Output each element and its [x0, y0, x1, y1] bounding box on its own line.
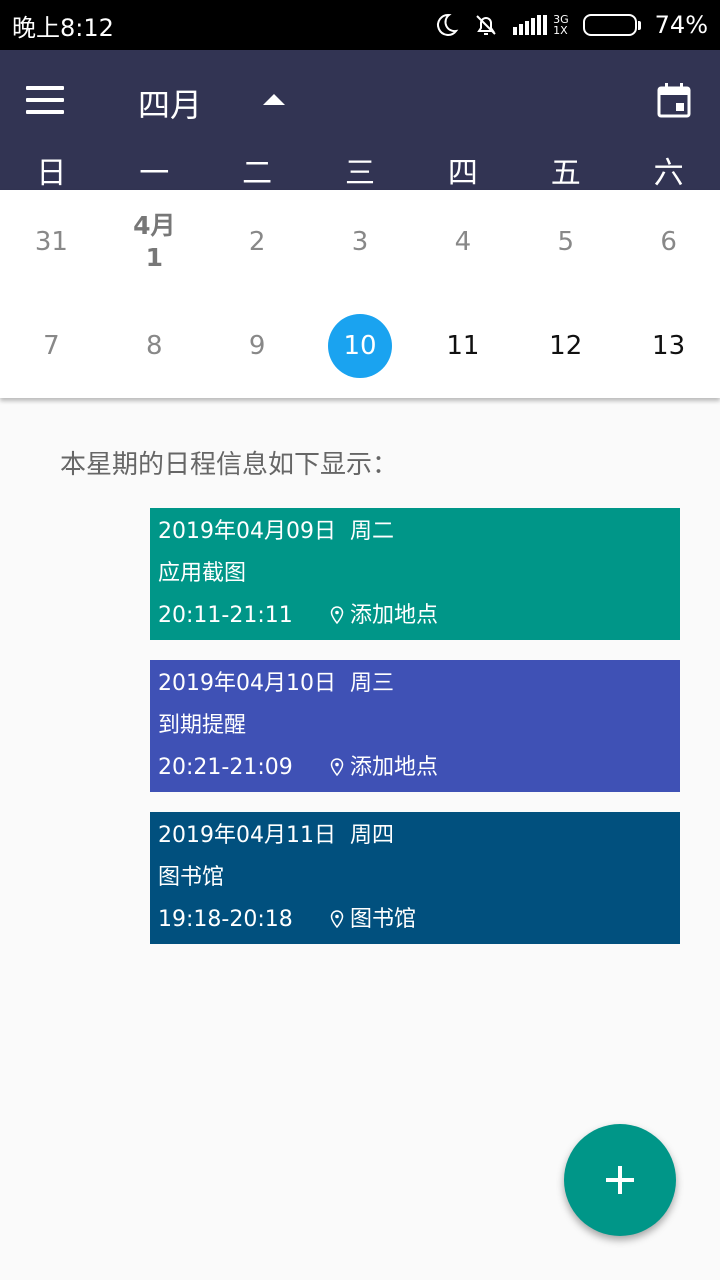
event-weekday: 周三 [349, 671, 394, 696]
calendar-day[interactable]: 6 [617, 227, 720, 257]
event-time: 20:21-21:09 [158, 755, 293, 780]
weekday-label: 一 [139, 156, 170, 190]
calendar-day[interactable]: 9 [206, 331, 309, 361]
status-bar: 晚上8:12 3G 1X 74% [0, 0, 720, 50]
event-title: 图书馆 [158, 865, 225, 890]
calendar-day[interactable]: 8 [103, 331, 206, 361]
day-number: 6 [660, 227, 677, 257]
month-title[interactable]: 四月 [138, 80, 202, 126]
day-number: 5 [557, 227, 574, 257]
day-number: 1 [145, 243, 163, 272]
calendar-day[interactable]: 4 [411, 227, 514, 257]
day-number: 31 [34, 227, 68, 257]
day-number: 9 [248, 331, 266, 361]
day-number: 2 [248, 227, 266, 257]
calendar-day[interactable]: 11 [411, 331, 514, 361]
signal-icon: 3G 1X [513, 13, 569, 37]
battery-percent: 74% [654, 11, 708, 39]
event-card[interactable]: 2019年04月10日 周三 到期提醒 20:21-21:09 添加地点 [150, 660, 680, 792]
calendar-day-selected[interactable]: 10 [309, 314, 412, 378]
weekday-header: 日 一 二 三 四 五 六 [0, 154, 720, 190]
event-location[interactable]: 添加地点 [330, 754, 438, 782]
event-weekday: 周四 [349, 823, 394, 848]
event-time: 20:11-21:11 [158, 603, 293, 628]
weekday-label: 五 [550, 156, 581, 190]
event-location-label: 添加地点 [350, 755, 439, 780]
event-date: 2019年04月09日 [158, 519, 336, 544]
add-event-button[interactable] [564, 1124, 676, 1236]
day-number: 12 [549, 331, 583, 361]
menu-button[interactable] [26, 86, 64, 114]
status-icons: 3G 1X 74% [433, 11, 708, 39]
event-location-label: 添加地点 [350, 603, 439, 628]
weekday-label: 二 [242, 156, 273, 190]
day-number: 8 [146, 331, 163, 361]
event-location[interactable]: 添加地点 [330, 602, 438, 630]
event-location[interactable]: 图书馆 [330, 906, 416, 934]
calendar-day[interactable]: 2 [206, 227, 309, 257]
event-card[interactable]: 2019年04月09日 周二 应用截图 20:11-21:11 添加地点 [150, 508, 680, 640]
calendar-day[interactable]: 13 [617, 331, 720, 361]
event-title: 到期提醒 [158, 713, 247, 738]
location-pin-icon [330, 758, 344, 777]
weekday-label: 六 [653, 156, 684, 190]
event-date-line: 2019年04月09日 周二 [158, 518, 672, 546]
day-number: 4 [454, 227, 472, 257]
calendar-day[interactable]: 4月 1 [103, 210, 206, 274]
calendar-week: 31 4月 1 2 3 4 5 6 [0, 190, 720, 294]
location-pin-icon [330, 910, 344, 929]
calendar-week: 7 8 9 10 11 12 13 [0, 294, 720, 398]
event-time: 19:18-20:18 [158, 907, 293, 932]
calendar-day[interactable]: 7 [0, 331, 103, 361]
calendar-day[interactable]: 3 [309, 227, 412, 257]
day-number: 11 [446, 331, 480, 361]
calendar-grid: 31 4月 1 2 3 4 5 6 7 8 9 10 11 12 13 [0, 190, 720, 398]
calendar-day[interactable]: 31 [0, 227, 103, 257]
event-card[interactable]: 2019年04月11日 周四 图书馆 19:18-20:18 图书馆 [150, 812, 680, 944]
status-time: 晚上8:12 [12, 13, 114, 42]
battery-icon [582, 14, 641, 36]
weekday-label: 三 [345, 156, 375, 190]
event-location-label: 图书馆 [350, 907, 417, 932]
month-start-label: 4月 [133, 211, 176, 240]
selected-day-number: 10 [328, 314, 392, 378]
location-pin-icon [330, 606, 344, 625]
plus-icon [606, 1166, 634, 1194]
day-number: 13 [652, 331, 686, 361]
weekday-label: 四 [447, 156, 478, 190]
app-toolbar: 四月 日 一 二 三 四 五 六 [0, 50, 720, 190]
network-type: 3G 1X [553, 14, 569, 36]
notifications-off-icon [473, 12, 499, 38]
network-bottom: 1X [553, 24, 568, 37]
event-date: 2019年04月11日 [158, 823, 336, 848]
day-number: 7 [43, 331, 60, 361]
event-date-line: 2019年04月10日 周三 [158, 670, 672, 698]
day-number: 3 [351, 227, 369, 257]
calendar-day[interactable]: 12 [514, 331, 617, 361]
calendar-day[interactable]: 5 [514, 227, 617, 257]
event-date: 2019年04月10日 [158, 671, 336, 696]
event-title: 应用截图 [158, 561, 247, 586]
caret-up-icon[interactable] [263, 94, 285, 105]
event-date-line: 2019年04月11日 周四 [158, 822, 672, 850]
weekday-label: 日 [36, 156, 67, 190]
event-weekday: 周二 [349, 519, 394, 544]
moon-icon [433, 12, 459, 38]
schedule-heading: 本星期的日程信息如下显示： [60, 450, 399, 480]
calendar-today-icon[interactable] [656, 82, 692, 118]
